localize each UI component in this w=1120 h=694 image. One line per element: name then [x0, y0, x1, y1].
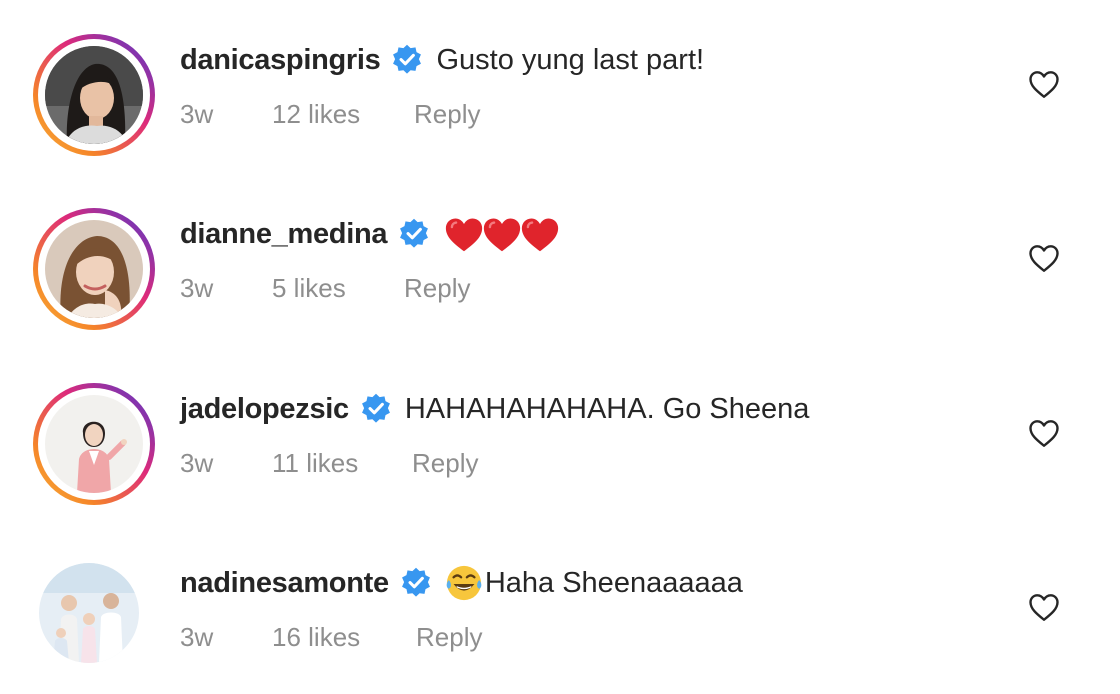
comment-list: danicaspingris Gusto yung last part! 3w … — [0, 0, 1120, 694]
comment-item: nadinesamonte Haha Sheenaaaaaa 3w 16 lik… — [0, 547, 1120, 687]
like-count[interactable]: 11 likes — [272, 448, 412, 479]
avatar[interactable] — [33, 34, 155, 156]
heart-outline-icon[interactable] — [1026, 240, 1062, 276]
avatar[interactable] — [33, 208, 155, 330]
reply-button[interactable]: Reply — [412, 448, 478, 479]
comment-text: Gusto yung last part! — [436, 43, 705, 76]
avatar[interactable] — [33, 383, 155, 505]
comment-emojis — [443, 215, 559, 253]
comment-item: jadelopezsic HAHAHAHAHAHA. Go Sheena 3w … — [0, 373, 1120, 513]
comment-item: danicaspingris Gusto yung last part! 3w … — [0, 24, 1120, 164]
avatar-photo — [45, 220, 143, 318]
avatar-photo — [45, 46, 143, 144]
verified-badge-icon — [399, 566, 433, 600]
comment-text: Haha Sheenaaaaaa — [484, 566, 743, 599]
comment-time: 3w — [180, 447, 214, 478]
avatar-photo — [45, 395, 143, 493]
reply-button[interactable]: Reply — [414, 99, 480, 130]
username[interactable]: danicaspingris — [180, 44, 381, 77]
heart-outline-icon[interactable] — [1026, 589, 1062, 625]
username[interactable]: dianne_medina — [180, 218, 388, 251]
heart-outline-icon[interactable] — [1026, 415, 1062, 451]
reply-button[interactable]: Reply — [404, 273, 470, 304]
username[interactable]: jadelopezsic — [180, 393, 349, 426]
face-with-tears-of-joy-emoji-icon — [445, 564, 483, 602]
like-count[interactable]: 12 likes — [272, 99, 414, 130]
red-heart-emoji-icon — [443, 215, 483, 253]
verified-badge-icon — [359, 392, 393, 426]
like-count[interactable]: 5 likes — [272, 273, 404, 304]
verified-badge-icon — [390, 43, 424, 77]
red-heart-emoji-icon — [519, 215, 559, 253]
avatar-photo — [39, 563, 139, 663]
comment-text: HAHAHAHAHAHA. Go Sheena — [404, 392, 810, 425]
like-count[interactable]: 16 likes — [272, 622, 416, 653]
red-heart-emoji-icon — [481, 215, 521, 253]
reply-button[interactable]: Reply — [416, 622, 482, 653]
username[interactable]: nadinesamonte — [180, 567, 389, 600]
verified-badge-icon — [397, 217, 431, 251]
comment-item: dianne_medina 3w 5 likes Reply — [0, 198, 1120, 338]
heart-outline-icon[interactable] — [1026, 66, 1062, 102]
comment-time: 3w — [180, 98, 214, 129]
comment-time: 3w — [180, 621, 214, 652]
avatar[interactable] — [33, 557, 155, 679]
comment-time: 3w — [180, 272, 214, 303]
